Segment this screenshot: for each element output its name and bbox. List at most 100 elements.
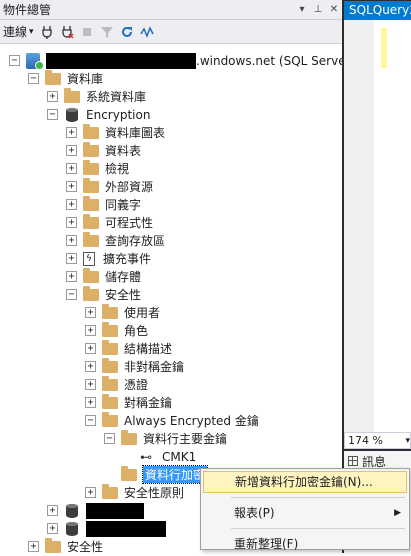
key-icon: ⊷ bbox=[140, 449, 152, 464]
tree-node[interactable]: + 外部資源 bbox=[66, 177, 153, 196]
expand-icon[interactable]: + bbox=[66, 235, 77, 246]
refresh-icon[interactable] bbox=[120, 25, 134, 39]
tree-node-label: 安全性 bbox=[105, 288, 142, 302]
menu-item-label: 重新整理(F) bbox=[234, 537, 299, 551]
expand-icon[interactable]: + bbox=[85, 307, 96, 318]
tree-node[interactable]: − Encryption bbox=[47, 105, 150, 124]
expand-icon[interactable]: + bbox=[85, 361, 96, 372]
expand-icon[interactable]: + bbox=[66, 145, 77, 156]
editor-margin bbox=[344, 20, 374, 432]
tree-node[interactable]: − .windows.net (SQL Server 12 bbox=[9, 51, 370, 70]
close-icon[interactable]: ✕ bbox=[326, 4, 342, 15]
folder-icon bbox=[83, 267, 99, 283]
expand-icon[interactable]: + bbox=[47, 505, 58, 516]
tree-node[interactable]: + 對稱金鑰 bbox=[85, 393, 172, 412]
expand-icon[interactable]: + bbox=[85, 487, 96, 498]
menu-item-refresh[interactable]: 重新整理(F) bbox=[201, 533, 409, 555]
expand-icon[interactable]: + bbox=[66, 163, 77, 174]
tree-node[interactable]: + 結構描述 bbox=[85, 339, 172, 358]
expand-icon[interactable]: + bbox=[85, 397, 96, 408]
tree-node-label: 安全性 bbox=[67, 540, 104, 554]
menu-item-label: 新增資料行加密金鑰(N)... bbox=[235, 475, 373, 489]
tree-node[interactable]: + 角色 bbox=[85, 321, 148, 340]
folder-icon bbox=[83, 177, 99, 193]
database-icon bbox=[66, 503, 78, 518]
tree-node[interactable]: + 憑證 bbox=[85, 375, 148, 394]
tree-node-label: 非對稱金鑰 bbox=[124, 360, 185, 374]
expand-icon[interactable]: + bbox=[66, 253, 77, 264]
tree-node[interactable]: + 儲存體 bbox=[66, 267, 141, 286]
tree-node[interactable]: + 非對稱金鑰 bbox=[85, 357, 184, 376]
expand-icon[interactable]: + bbox=[28, 541, 39, 552]
menu-separator bbox=[231, 497, 405, 498]
tree-node[interactable]: + 使用者 bbox=[85, 303, 160, 322]
object-explorer-title: 物件總管 bbox=[3, 3, 52, 17]
tree-node[interactable]: + bbox=[47, 501, 144, 520]
connect-label: 連線 bbox=[3, 25, 28, 39]
menu-item-reports[interactable]: 報表(P) ▶ bbox=[201, 502, 409, 524]
tree-node[interactable]: + 可程式性 bbox=[66, 213, 153, 232]
collapse-icon[interactable]: − bbox=[85, 415, 96, 426]
tab-messages[interactable]: 訊息 bbox=[362, 453, 386, 470]
tree-node[interactable]: 資料行加密 bbox=[104, 465, 209, 484]
tree-node[interactable]: + 資料庫圖表 bbox=[66, 123, 165, 142]
folder-icon bbox=[102, 483, 118, 499]
collapse-icon[interactable]: − bbox=[28, 73, 39, 84]
tree-node-label: 系統資料庫 bbox=[86, 90, 147, 104]
change-marker bbox=[381, 28, 387, 68]
tree-node[interactable]: + 安全性 bbox=[28, 537, 103, 556]
connect-button[interactable]: 連線 ▾ bbox=[3, 23, 34, 40]
collapse-icon[interactable]: − bbox=[47, 109, 58, 120]
connect-plug-icon[interactable] bbox=[40, 25, 54, 39]
redacted-name bbox=[86, 520, 166, 537]
collapse-icon[interactable]: − bbox=[104, 433, 115, 444]
extended-events-icon: ϟ bbox=[83, 251, 95, 266]
folder-icon bbox=[83, 141, 99, 157]
expand-icon[interactable]: + bbox=[66, 199, 77, 210]
folder-icon bbox=[102, 357, 118, 373]
expand-icon[interactable]: + bbox=[85, 343, 96, 354]
query-editor[interactable] bbox=[344, 20, 411, 432]
tree-node[interactable]: + 系統資料庫 bbox=[47, 87, 146, 106]
tree-node[interactable]: + 資料表 bbox=[66, 141, 141, 160]
tree-node-label: 資料行加密 bbox=[141, 465, 209, 484]
expand-icon[interactable]: + bbox=[66, 217, 77, 228]
activity-icon[interactable] bbox=[139, 25, 154, 39]
expand-icon[interactable]: + bbox=[47, 523, 58, 534]
zoom-select[interactable]: 174 % ▾ bbox=[344, 432, 411, 449]
expand-icon[interactable]: + bbox=[85, 325, 96, 336]
pin-icon[interactable]: ⊥ bbox=[310, 4, 326, 15]
redacted-name bbox=[46, 52, 196, 69]
tree-node[interactable]: ⊷ CMK1 bbox=[123, 447, 196, 466]
menu-item-new-column-encryption-key[interactable]: 新增資料行加密金鑰(N)... bbox=[203, 471, 407, 493]
tree-node[interactable]: − 安全性 bbox=[66, 285, 141, 304]
tree-node[interactable]: + ϟ 擴充事件 bbox=[66, 249, 151, 268]
database-icon bbox=[66, 521, 78, 536]
filter-icon[interactable] bbox=[100, 25, 114, 39]
folder-icon bbox=[121, 465, 137, 481]
tab-sqlquery2[interactable]: SQLQuery2 bbox=[344, 1, 411, 20]
expand-icon[interactable]: + bbox=[66, 127, 77, 138]
expand-icon[interactable]: + bbox=[66, 271, 77, 282]
tree-node[interactable]: − 資料行主要金鑰 bbox=[104, 429, 227, 448]
tree-node[interactable]: + 安全性原則 bbox=[85, 483, 184, 502]
disconnect-icon[interactable] bbox=[60, 25, 74, 39]
database-icon bbox=[66, 107, 78, 122]
tree-node[interactable]: + 同義字 bbox=[66, 195, 141, 214]
tree-node[interactable]: − Always Encrypted 金鑰 bbox=[85, 411, 259, 430]
expand-icon[interactable]: + bbox=[85, 379, 96, 390]
tree-node-label: 查詢存放區 bbox=[105, 234, 166, 248]
collapse-icon[interactable]: − bbox=[9, 55, 20, 66]
tree-node-label: 資料行主要金鑰 bbox=[143, 432, 228, 446]
submenu-arrow-icon: ▶ bbox=[394, 508, 401, 518]
expand-icon[interactable]: + bbox=[47, 91, 58, 102]
tree-node[interactable]: + 查詢存放區 bbox=[66, 231, 165, 250]
tree-node[interactable]: − 資料庫 bbox=[28, 69, 103, 88]
tree-node[interactable]: + 檢視 bbox=[66, 159, 129, 178]
dropdown-icon[interactable]: ▾ bbox=[294, 4, 310, 15]
tree-node[interactable]: + bbox=[47, 519, 166, 538]
expand-icon[interactable]: + bbox=[66, 181, 77, 192]
menu-separator bbox=[231, 528, 405, 529]
stop-icon[interactable] bbox=[80, 25, 94, 39]
collapse-icon[interactable]: − bbox=[66, 289, 77, 300]
